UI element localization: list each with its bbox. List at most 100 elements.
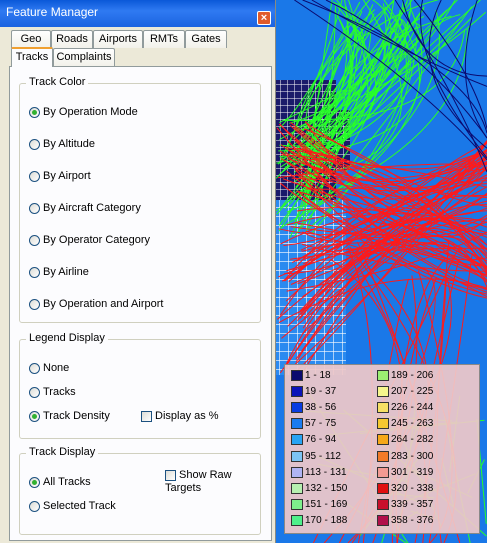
legend-range: 1 - 18 <box>305 370 331 382</box>
legend-swatch <box>377 498 389 510</box>
legend-range: 170 - 188 <box>305 515 348 527</box>
radio-by-altitude[interactable]: By Altitude <box>29 138 95 150</box>
title-bar[interactable]: Feature Manager × <box>0 0 275 27</box>
tab-geo[interactable]: Geo <box>11 30 51 48</box>
legend-swatch <box>377 450 389 462</box>
radio-by-operator-category[interactable]: By Operator Category <box>29 234 150 246</box>
option-label: By Operation and Airport <box>43 298 164 310</box>
legend-range: 189 - 206 <box>391 370 434 382</box>
legend-swatch <box>291 386 303 398</box>
radio-by-airline[interactable]: By Airline <box>29 266 89 278</box>
legend-swatch <box>377 386 389 398</box>
radio-by-operation-and-airport[interactable]: By Operation and Airport <box>29 298 163 310</box>
option-label: By Airline <box>43 266 89 278</box>
option-label: By Airport <box>43 170 91 182</box>
radio-legend-none[interactable]: None <box>29 362 69 374</box>
radio-selected-track[interactable]: Selected Track <box>29 500 116 512</box>
tab-roads[interactable]: Roads <box>51 30 93 48</box>
option-label: By Operator Category <box>43 234 150 246</box>
group-title: Track Color <box>26 76 89 88</box>
radio-button[interactable] <box>29 298 40 310</box>
option-label: None <box>43 362 70 374</box>
radio-button[interactable] <box>29 476 40 488</box>
legend-swatch <box>377 402 389 414</box>
legend-range: 132 - 150 <box>305 482 348 494</box>
legend-entry: 170 - 188 <box>291 514 348 529</box>
radio-button[interactable] <box>29 410 40 422</box>
legend-range: 113 - 131 <box>305 466 347 478</box>
radio-button[interactable] <box>29 202 40 214</box>
checkbox[interactable] <box>141 410 152 422</box>
close-button[interactable]: × <box>257 11 271 25</box>
radio-button[interactable] <box>29 500 40 512</box>
tab-complaints[interactable]: Complaints <box>53 48 115 66</box>
legend-range: 226 - 244 <box>391 402 434 414</box>
legend-swatch <box>291 482 303 494</box>
legend-entry: 1 - 18 <box>291 370 331 384</box>
radio-button[interactable] <box>29 362 40 374</box>
legend-swatch <box>377 434 389 446</box>
legend-entry: 320 - 338 <box>377 482 433 497</box>
legend-entry: 151 - 169 <box>291 498 348 513</box>
tab-tracks[interactable]: Tracks <box>11 47 53 67</box>
legend-swatch <box>291 402 303 414</box>
legend-swatch <box>291 514 303 526</box>
radio-button[interactable] <box>29 170 40 182</box>
tab-airports[interactable]: Airports <box>93 30 143 48</box>
display-as-percent-checkbox[interactable]: Display as % <box>141 410 219 422</box>
legend-entry: 57 - 75 <box>291 418 336 432</box>
option-label: All Tracks <box>43 476 91 488</box>
radio-button[interactable] <box>29 106 40 118</box>
radio-by-airport[interactable]: By Airport <box>29 170 91 182</box>
option-label: By Operation Mode <box>43 106 138 118</box>
legend-entry: 95 - 112 <box>291 450 341 465</box>
legend-entry: 132 - 150 <box>291 482 348 497</box>
legend-swatch <box>291 434 303 446</box>
legend-display-group: Legend Display None Tracks Track Density… <box>19 332 261 439</box>
tab-gates[interactable]: Gates <box>185 30 227 48</box>
legend-range: 76 - 94 <box>305 434 337 446</box>
tab-rmts[interactable]: RMTs <box>143 30 185 48</box>
radio-legend-tracks[interactable]: Tracks <box>29 386 76 398</box>
track-color-group: Track Color By Operation Mode By Altitud… <box>19 76 261 323</box>
radio-by-operation-mode[interactable]: By Operation Mode <box>29 106 138 118</box>
checkbox[interactable] <box>165 470 176 481</box>
option-label: By Altitude <box>43 138 95 150</box>
legend-range: 339 - 357 <box>391 498 434 510</box>
tracks-panel: Track Color By Operation Mode By Altitud… <box>9 66 272 541</box>
legend-entry: 283 - 300 <box>377 450 433 465</box>
radio-button[interactable] <box>29 266 40 278</box>
track-density-legend: 1 - 18 19 - 37 38 - 56 57 - 75 76 - 94 95 - 1… <box>284 364 480 534</box>
legend-entry: 358 - 376 <box>377 514 434 529</box>
legend-entry: 113 - 131 <box>291 466 347 481</box>
show-raw-targets-checkbox[interactable]: Show Raw Targets <box>165 469 245 495</box>
legend-range: 301 - 319 <box>391 466 434 478</box>
legend-entry: 76 - 94 <box>291 434 336 448</box>
legend-entry: 245 - 263 <box>377 418 433 432</box>
legend-swatch <box>377 514 389 526</box>
legend-swatch <box>377 370 389 381</box>
legend-range: 151 - 169 <box>305 498 348 510</box>
option-label: By Aircraft Category <box>43 202 141 214</box>
legend-range: 358 - 376 <box>391 515 434 527</box>
legend-entry: 207 - 225 <box>377 386 433 400</box>
window-title: Feature Manager <box>6 5 99 19</box>
option-label: Track Density <box>43 410 110 422</box>
option-label: Tracks <box>43 386 76 398</box>
legend-range: 38 - 56 <box>305 402 337 414</box>
radio-legend-track-density[interactable]: Track Density <box>29 410 110 422</box>
legend-entry: 19 - 37 <box>291 386 336 400</box>
radio-button[interactable] <box>29 386 40 398</box>
radio-button[interactable] <box>29 234 40 246</box>
legend-entry: 189 - 206 <box>377 370 433 384</box>
legend-entry: 301 - 319 <box>377 466 434 481</box>
radio-all-tracks[interactable]: All Tracks <box>29 476 91 488</box>
track-display-group: Track Display All Tracks Selected Track … <box>19 446 261 535</box>
legend-range: 19 - 37 <box>305 386 337 398</box>
legend-swatch <box>377 418 389 430</box>
radio-button[interactable] <box>29 138 40 150</box>
legend-swatch <box>377 466 389 478</box>
legend-entry: 264 - 282 <box>377 434 433 448</box>
radio-by-aircraft-category[interactable]: By Aircraft Category <box>29 202 141 214</box>
legend-swatch <box>291 418 303 430</box>
